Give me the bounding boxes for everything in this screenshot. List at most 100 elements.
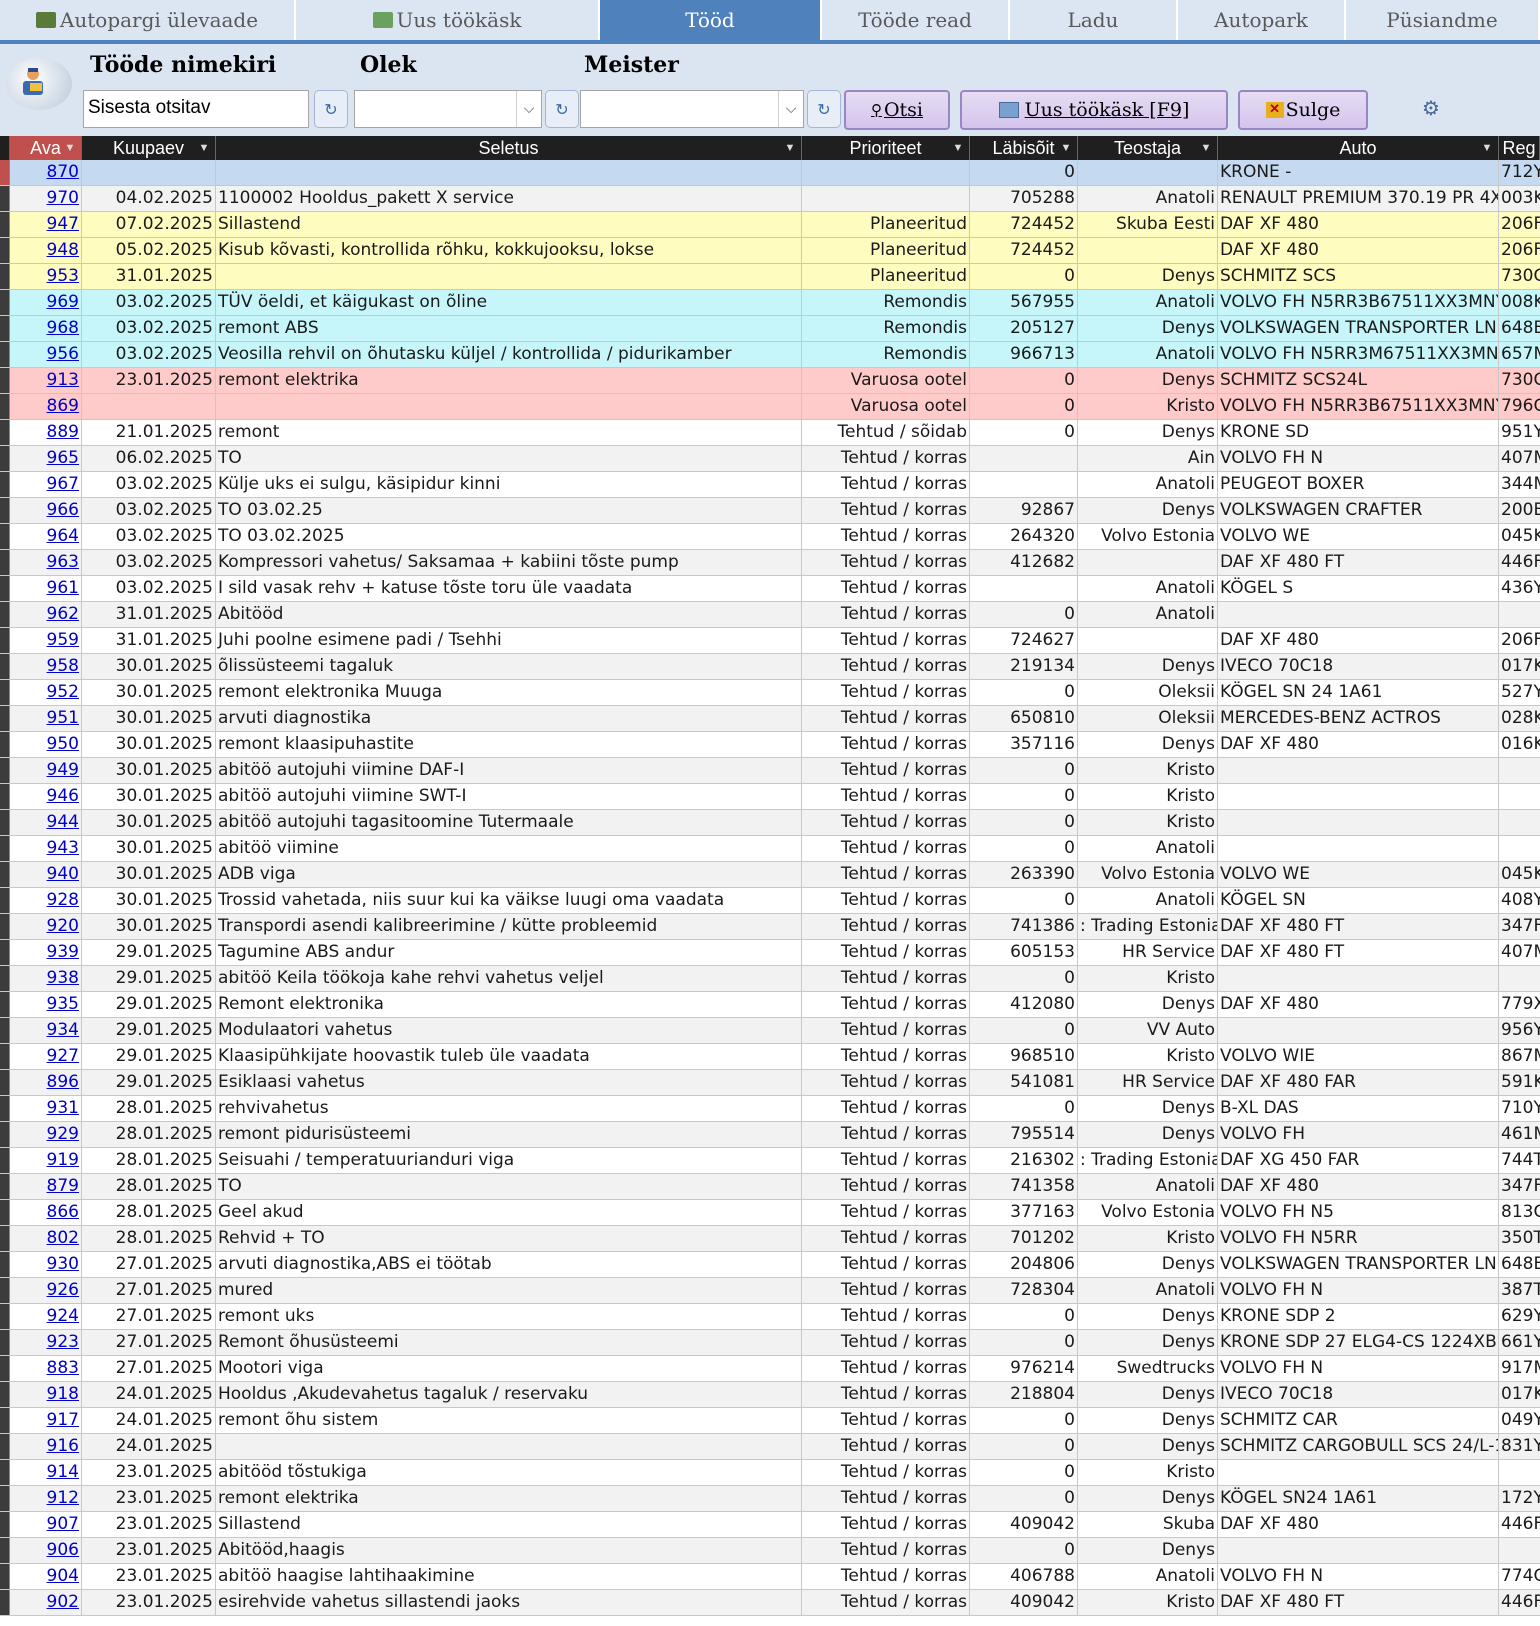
filter-dropdown-icon[interactable]: ▼ — [197, 140, 211, 156]
table-row[interactable]: 924 27.01.2025 remont uks Tehtud / korras 0 D… — [0, 1304, 1540, 1330]
tab-4[interactable]: Ladu — [1010, 0, 1178, 40]
settings-gear-icon[interactable]: ⚙ — [1422, 96, 1440, 120]
tab-6[interactable]: Püsiandme — [1346, 0, 1540, 40]
table-row[interactable]: 866 28.01.2025 Geel akud Tehtud / korras 377… — [0, 1200, 1540, 1226]
table-row[interactable]: 964 03.02.2025 TO 03.02.2025 Tehtud / korra… — [0, 524, 1540, 550]
open-job-link[interactable]: 943 — [47, 838, 79, 858]
open-job-link[interactable]: 951 — [47, 708, 79, 728]
new-order-button[interactable]: Uus töökäsk [F9] — [960, 90, 1228, 130]
open-job-link[interactable]: 938 — [47, 968, 79, 988]
table-row[interactable]: 916 24.01.2025 Tehtud / korras 0 Denys SCHMIT… — [0, 1434, 1540, 1460]
filter-dropdown-icon[interactable]: ▼ — [951, 140, 965, 156]
close-button[interactable]: ✕ Sulge — [1238, 90, 1368, 130]
open-job-link[interactable]: 928 — [47, 890, 79, 910]
open-job-link[interactable]: 883 — [47, 1358, 79, 1378]
open-job-link[interactable]: 968 — [47, 318, 79, 338]
table-row[interactable]: 959 31.01.2025 Juhi poolne esimene padi / … — [0, 628, 1540, 654]
filter-dropdown-icon[interactable]: ▼ — [1480, 140, 1494, 156]
table-row[interactable]: 953 31.01.2025 Planeeritud 0 Denys SCHMITZ SC… — [0, 264, 1540, 290]
table-row[interactable]: 956 03.02.2025 Veosilla rehvil on õhutasku… — [0, 342, 1540, 368]
column-header[interactable]: Reg — [1499, 136, 1540, 160]
open-job-link[interactable]: 879 — [47, 1176, 79, 1196]
table-row[interactable]: 967 03.02.2025 Külje uks ei sulgu, käsipid… — [0, 472, 1540, 498]
open-job-link[interactable]: 948 — [47, 240, 79, 260]
open-job-link[interactable]: 926 — [47, 1280, 79, 1300]
table-row[interactable]: 943 30.01.2025 abitöö viimine Tehtud / korr… — [0, 836, 1540, 862]
filter-dropdown-icon[interactable]: ▼ — [1199, 140, 1213, 156]
open-job-link[interactable]: 912 — [47, 1488, 79, 1508]
table-row[interactable]: 920 30.01.2025 Transpordi asendi kalibreer… — [0, 914, 1540, 940]
table-row[interactable]: 958 30.01.2025 õlissüsteemi tagaluk Tehtud … — [0, 654, 1540, 680]
open-job-link[interactable]: 949 — [47, 760, 79, 780]
table-row[interactable]: 923 27.01.2025 Remont õhusüsteemi Tehtud / … — [0, 1330, 1540, 1356]
column-header[interactable]: Teostaja ▼ — [1078, 136, 1218, 160]
open-job-link[interactable]: 940 — [47, 864, 79, 884]
open-job-link[interactable]: 947 — [47, 214, 79, 234]
table-row[interactable]: 869 Varuosa ootel 0 Kristo VOLVO FH N5RR3B67… — [0, 394, 1540, 420]
open-job-link[interactable]: 902 — [47, 1592, 79, 1612]
status-select[interactable]: ⌵ — [354, 90, 542, 128]
table-row[interactable]: 963 03.02.2025 Kompressori vahetus/ Saksam… — [0, 550, 1540, 576]
table-row[interactable]: 904 23.01.2025 abitöö haagise lahtihaakimi… — [0, 1564, 1540, 1590]
table-row[interactable]: 949 30.01.2025 abitöö autojuhi viimine DAF… — [0, 758, 1540, 784]
column-header[interactable]: Auto ▼ — [1218, 136, 1499, 160]
open-job-link[interactable]: 896 — [47, 1072, 79, 1092]
open-job-link[interactable]: 967 — [47, 474, 79, 494]
table-row[interactable]: 930 27.01.2025 arvuti diagnostika,ABS ei t… — [0, 1252, 1540, 1278]
tab-0[interactable]: Autopargi ülevaade — [0, 0, 296, 40]
open-job-link[interactable]: 914 — [47, 1462, 79, 1482]
filter-dropdown-icon[interactable]: ▼ — [63, 140, 77, 156]
open-job-link[interactable]: 939 — [47, 942, 79, 962]
open-job-link[interactable]: 934 — [47, 1020, 79, 1040]
open-job-link[interactable]: 944 — [47, 812, 79, 832]
master-select[interactable]: ⌵ — [580, 90, 804, 128]
open-job-link[interactable]: 969 — [47, 292, 79, 312]
table-row[interactable]: 918 24.01.2025 Hooldus ,Akudevahetus tagal… — [0, 1382, 1540, 1408]
open-job-link[interactable]: 917 — [47, 1410, 79, 1430]
open-job-link[interactable]: 952 — [47, 682, 79, 702]
table-row[interactable]: 965 06.02.2025 TO Tehtud / korras Ain VOLVO F… — [0, 446, 1540, 472]
open-job-link[interactable]: 963 — [47, 552, 79, 572]
table-row[interactable]: 966 03.02.2025 TO 03.02.25 Tehtud / korras 9… — [0, 498, 1540, 524]
table-row[interactable]: 919 28.01.2025 Seisuahi / temperatuuriandu… — [0, 1148, 1540, 1174]
table-row[interactable]: 917 24.01.2025 remont õhu sistem Tehtud / k… — [0, 1408, 1540, 1434]
table-row[interactable]: 951 30.01.2025 arvuti diagnostika Tehtud / … — [0, 706, 1540, 732]
table-row[interactable]: 889 21.01.2025 remont Tehtud / sõidab 0 Denys… — [0, 420, 1540, 446]
table-row[interactable]: 938 29.01.2025 abitöö Keila töökoja kahe r… — [0, 966, 1540, 992]
open-job-link[interactable]: 869 — [47, 396, 79, 416]
open-job-link[interactable]: 916 — [47, 1436, 79, 1456]
table-row[interactable]: 929 28.01.2025 remont pidurisüsteemi Tehtud… — [0, 1122, 1540, 1148]
column-header[interactable]: Läbisõit ▼ — [970, 136, 1078, 160]
search-button[interactable]: ⚲ Otsi — [844, 90, 950, 130]
search-input[interactable]: Sisesta otsitav — [83, 90, 309, 128]
open-job-link[interactable]: 958 — [47, 656, 79, 676]
table-row[interactable]: 935 29.01.2025 Remont elektronika Tehtud / … — [0, 992, 1540, 1018]
clear-master-button[interactable]: ↻ — [807, 90, 841, 128]
open-job-link[interactable]: 970 — [47, 188, 79, 208]
clear-status-button[interactable]: ↻ — [545, 90, 579, 128]
filter-dropdown-icon[interactable]: ▼ — [783, 140, 797, 156]
table-row[interactable]: 906 23.01.2025 Abitööd,haagis Tehtud / korr… — [0, 1538, 1540, 1564]
table-row[interactable]: 907 23.01.2025 Sillastend Tehtud / korras 40… — [0, 1512, 1540, 1538]
tab-3[interactable]: Tööde read — [822, 0, 1010, 40]
open-job-link[interactable]: 956 — [47, 344, 79, 364]
table-row[interactable]: 896 29.01.2025 Esiklaasi vahetus Tehtud / k… — [0, 1070, 1540, 1096]
table-row[interactable]: 940 30.01.2025 ADB viga Tehtud / korras 2633… — [0, 862, 1540, 888]
open-job-link[interactable]: 802 — [47, 1228, 79, 1248]
table-row[interactable]: 927 29.01.2025 Klaasipühkijate hoovastik t… — [0, 1044, 1540, 1070]
table-row[interactable]: 968 03.02.2025 remont ABS Remondis 205127 Den… — [0, 316, 1540, 342]
table-row[interactable]: 913 23.01.2025 remont elektrika Varuosa oot… — [0, 368, 1540, 394]
table-row[interactable]: 926 27.01.2025 mured Tehtud / korras 728304 A… — [0, 1278, 1540, 1304]
column-header[interactable]: Seletus ▼ — [216, 136, 802, 160]
table-row[interactable]: 952 30.01.2025 remont elektronika Muuga Teh… — [0, 680, 1540, 706]
open-job-link[interactable]: 889 — [47, 422, 79, 442]
table-row[interactable]: 934 29.01.2025 Modulaatori vahetus Tehtud /… — [0, 1018, 1540, 1044]
open-job-link[interactable]: 950 — [47, 734, 79, 754]
open-job-link[interactable]: 923 — [47, 1332, 79, 1352]
open-job-link[interactable]: 870 — [47, 162, 79, 182]
table-row[interactable]: 961 03.02.2025 I sild vasak rehv + katuse … — [0, 576, 1540, 602]
open-job-link[interactable]: 907 — [47, 1514, 79, 1534]
table-row[interactable]: 931 28.01.2025 rehvivahetus Tehtud / korras… — [0, 1096, 1540, 1122]
open-job-link[interactable]: 930 — [47, 1254, 79, 1274]
table-row[interactable]: 970 04.02.2025 1100002 Hooldus_pakett X se… — [0, 186, 1540, 212]
